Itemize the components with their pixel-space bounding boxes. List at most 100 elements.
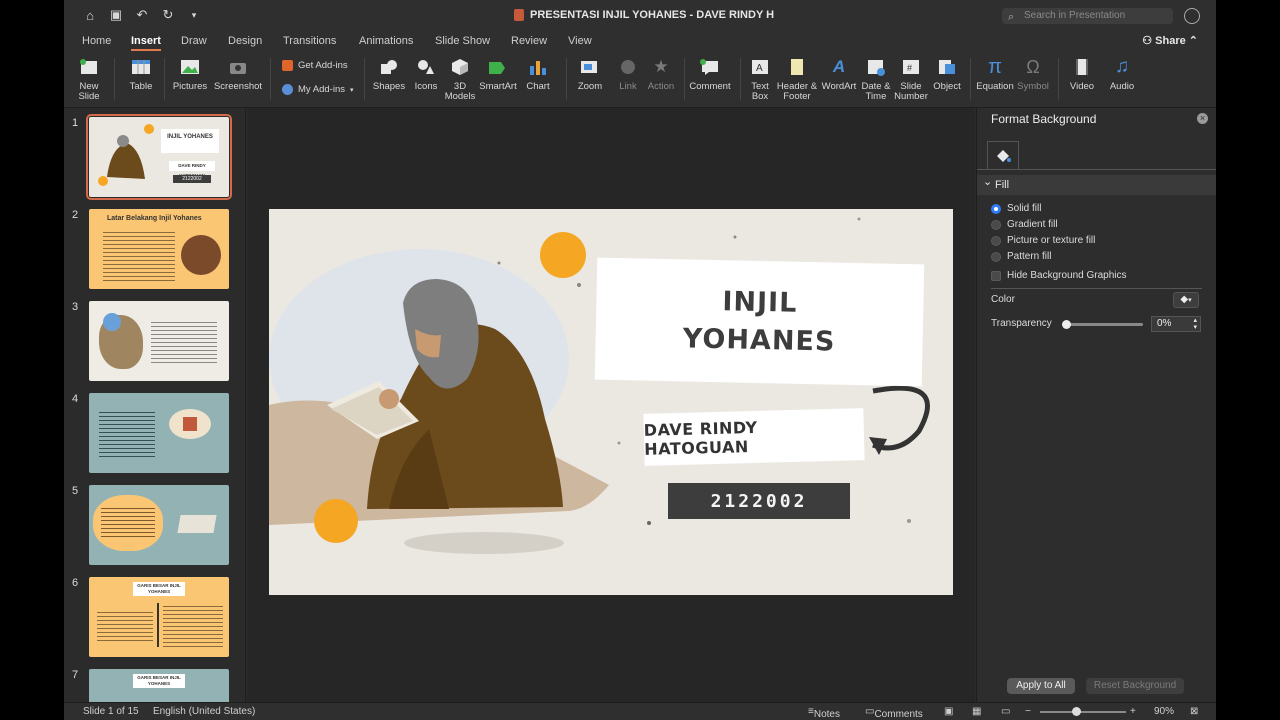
thumbnail-slide-2[interactable]: Latar Belakang Injil Yohanes: [89, 209, 229, 289]
thumb-title: INJIL YOHANES: [161, 129, 219, 153]
tab-review[interactable]: Review: [511, 35, 547, 47]
shapes-button[interactable]: Shapes: [372, 56, 406, 92]
transparency-slider[interactable]: [1062, 320, 1143, 329]
fit-to-window-icon[interactable]: ⊠: [1190, 706, 1198, 717]
slide-1[interactable]: INJIL YOHANES DAVE RINDY HATOGUAN 212200…: [269, 209, 953, 595]
3d-models-button[interactable]: 3D Models: [444, 56, 476, 102]
thumbnail-slide-7[interactable]: GARIS BESAR INJIL YOHANES: [89, 669, 229, 702]
equation-button[interactable]: π Equation: [976, 56, 1014, 92]
slider-knob[interactable]: [1062, 320, 1071, 329]
date-time-button[interactable]: Date & Time: [860, 56, 892, 102]
gradient-fill-option[interactable]: Gradient fill: [991, 219, 1058, 230]
feedback-smiley-icon[interactable]: [1184, 8, 1200, 24]
stepper-icon[interactable]: ▴ ▾: [1193, 317, 1197, 331]
video-label: Video: [1069, 81, 1095, 92]
notes-button[interactable]: ≡ Notes: [808, 706, 840, 720]
thumb-number: 7: [72, 669, 79, 681]
reset-background-button[interactable]: Reset Background: [1086, 678, 1184, 694]
zoom-label: Zoom: [577, 81, 603, 92]
fill-tab[interactable]: [987, 141, 1019, 169]
zoom-out-icon[interactable]: −: [1025, 706, 1031, 717]
search-box[interactable]: ⌕ Search in Presentation: [1002, 8, 1173, 24]
zoom-button[interactable]: Zoom: [576, 56, 604, 92]
language[interactable]: English (United States): [153, 706, 255, 717]
fill-section-header[interactable]: Fill: [977, 172, 1216, 195]
hide-bg-option[interactable]: Hide Background Graphics: [991, 270, 1127, 281]
apply-to-all-button[interactable]: Apply to All: [1007, 678, 1075, 694]
share-button[interactable]: ⚇ Share ⌃: [1142, 34, 1198, 47]
tab-insert[interactable]: Insert: [131, 35, 161, 51]
pictures-button[interactable]: Pictures: [172, 56, 208, 92]
picture-fill-option[interactable]: Picture or texture fill: [991, 235, 1095, 246]
slide-number-button[interactable]: # Slide Number: [894, 56, 928, 102]
customize-icon[interactable]: ▾: [186, 7, 202, 23]
radio-solid-fill[interactable]: [991, 203, 1001, 214]
action-button[interactable]: ★ Action: [646, 56, 676, 92]
ribbon-separator: [740, 58, 741, 100]
thumb-code: 2122002: [173, 175, 211, 183]
slide-author-box[interactable]: DAVE RINDY HATOGUAN: [643, 408, 865, 466]
header-footer-button[interactable]: Header & Footer: [776, 56, 818, 102]
slide-sorter-icon[interactable]: ▦: [972, 706, 981, 717]
table-button[interactable]: Table: [126, 56, 156, 92]
tab-animations[interactable]: Animations: [359, 35, 413, 47]
thumbnail-slide-3[interactable]: [89, 301, 229, 381]
zoom-level[interactable]: 90%: [1154, 706, 1174, 717]
thumbnail-slide-1[interactable]: INJIL YOHANES DAVE RINDY HATOGUAN 212200…: [86, 114, 232, 200]
link-button[interactable]: Link: [614, 56, 642, 92]
get-addins-button[interactable]: Get Add-ins: [282, 60, 348, 71]
thumb-text-lines: [97, 609, 153, 643]
thumb-house-icon: [183, 417, 197, 431]
comment-button[interactable]: Comment: [689, 56, 731, 92]
slide-id-box[interactable]: 2122002: [668, 483, 850, 519]
tab-home[interactable]: Home: [82, 35, 111, 47]
thumbnail-slide-6[interactable]: GARIS BESAR INJIL YOHANES: [89, 577, 229, 657]
radio-picture-fill[interactable]: [991, 235, 1001, 246]
screenshot-button[interactable]: Screenshot: [214, 56, 262, 92]
thumb-shape: [103, 313, 121, 331]
icons-button[interactable]: Icons: [412, 56, 440, 92]
pane-title: Format Background: [991, 112, 1097, 126]
transparency-input[interactable]: 0% ▴ ▾: [1151, 316, 1201, 332]
text-box-button[interactable]: A Text Box: [748, 56, 772, 102]
chart-button[interactable]: Chart: [524, 56, 552, 92]
my-addins-button[interactable]: My Add-ins ▾: [282, 84, 354, 95]
notes-label: Notes: [813, 709, 840, 720]
tab-design[interactable]: Design: [228, 35, 262, 47]
smartart-button[interactable]: SmartArt: [478, 56, 518, 92]
radio-pattern-fill[interactable]: [991, 251, 1001, 262]
undo-icon[interactable]: ↶: [134, 7, 150, 23]
zoom-slider[interactable]: [1040, 707, 1126, 716]
video-button[interactable]: Video: [1068, 56, 1096, 92]
comment-label: Comment: [689, 81, 731, 92]
zoom-in-icon[interactable]: +: [1130, 706, 1136, 717]
pattern-fill-option[interactable]: Pattern fill: [991, 251, 1051, 262]
redo-icon[interactable]: ↻: [160, 7, 176, 23]
ribbon-separator: [566, 58, 567, 100]
symbol-button[interactable]: Ω Symbol: [1016, 56, 1050, 92]
thumb-sub: DAVE RINDY HATOGUAN: [169, 161, 215, 178]
close-icon[interactable]: ×: [1197, 113, 1208, 124]
comments-button[interactable]: ▭ Comments: [865, 706, 923, 720]
pi-icon: π: [988, 55, 1002, 78]
reading-view-icon[interactable]: ▭: [1001, 706, 1010, 717]
slide-title-box[interactable]: INJIL YOHANES: [594, 257, 925, 387]
thumbnail-slide-5[interactable]: [89, 485, 229, 565]
solid-fill-option[interactable]: Solid fill: [991, 203, 1041, 214]
thumbnail-slide-4[interactable]: [89, 393, 229, 473]
save-icon[interactable]: ▣: [108, 7, 124, 23]
home-icon[interactable]: ⌂: [82, 7, 98, 23]
tab-slide-show[interactable]: Slide Show: [435, 35, 490, 47]
new-slide-button[interactable]: New Slide: [74, 56, 104, 102]
tab-transitions[interactable]: Transitions: [283, 35, 336, 47]
zoom-knob[interactable]: [1072, 707, 1081, 716]
tab-view[interactable]: View: [568, 35, 592, 47]
normal-view-icon[interactable]: ▣: [944, 706, 953, 717]
tab-draw[interactable]: Draw: [181, 35, 207, 47]
radio-gradient-fill[interactable]: [991, 219, 1001, 230]
hide-bg-checkbox[interactable]: [991, 270, 1001, 281]
audio-button[interactable]: ♫ Audio: [1108, 56, 1136, 92]
wordart-button[interactable]: A WordArt: [820, 56, 858, 92]
color-picker-button[interactable]: ◆▾: [1173, 292, 1199, 308]
object-button[interactable]: Object: [932, 56, 962, 92]
